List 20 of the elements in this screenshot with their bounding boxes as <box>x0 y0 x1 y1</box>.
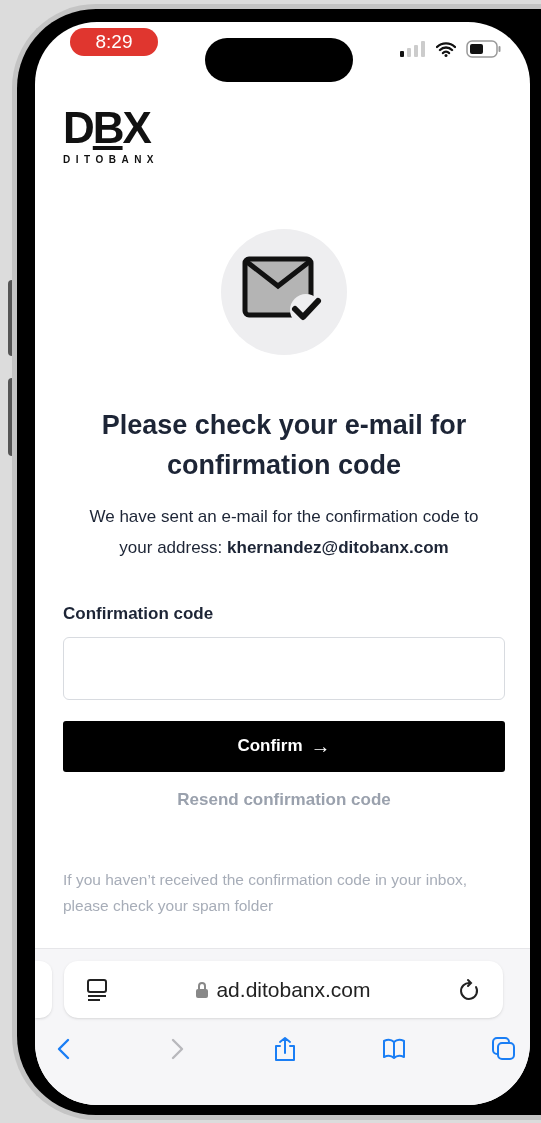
logo-mark: DBX <box>63 108 150 148</box>
share-icon[interactable] <box>273 1036 298 1062</box>
reader-icon <box>86 977 108 1002</box>
page-title: Please check your e-mail for confirmation code <box>100 409 468 482</box>
battery-icon <box>466 40 502 58</box>
url-text: ad.ditobanx.com <box>216 976 371 1003</box>
book-icon[interactable] <box>382 1036 407 1062</box>
address-bar[interactable]: ad.ditobanx.com <box>64 961 503 1018</box>
signal-icon <box>400 41 426 57</box>
logo-wordmark: DITOBANX <box>63 153 160 167</box>
confirmation-code-field[interactable] <box>63 636 505 700</box>
message-text: We have sent an e-mail for the confirmation code to your address: khernandez@ditobanx.com <box>88 506 480 559</box>
field-label: Confirmation code <box>63 603 215 625</box>
lock-icon <box>196 981 209 998</box>
reload-icon[interactable] <box>459 977 481 1002</box>
time-badge: 8:29 <box>70 28 158 56</box>
wifi-icon <box>436 41 456 57</box>
spam-note: If you haven’t received the confirmation code in your inbox, please check your spam folder <box>63 870 469 916</box>
confirm-button[interactable]: Confirm → <box>63 720 505 772</box>
tabs-icon[interactable] <box>492 1036 516 1062</box>
